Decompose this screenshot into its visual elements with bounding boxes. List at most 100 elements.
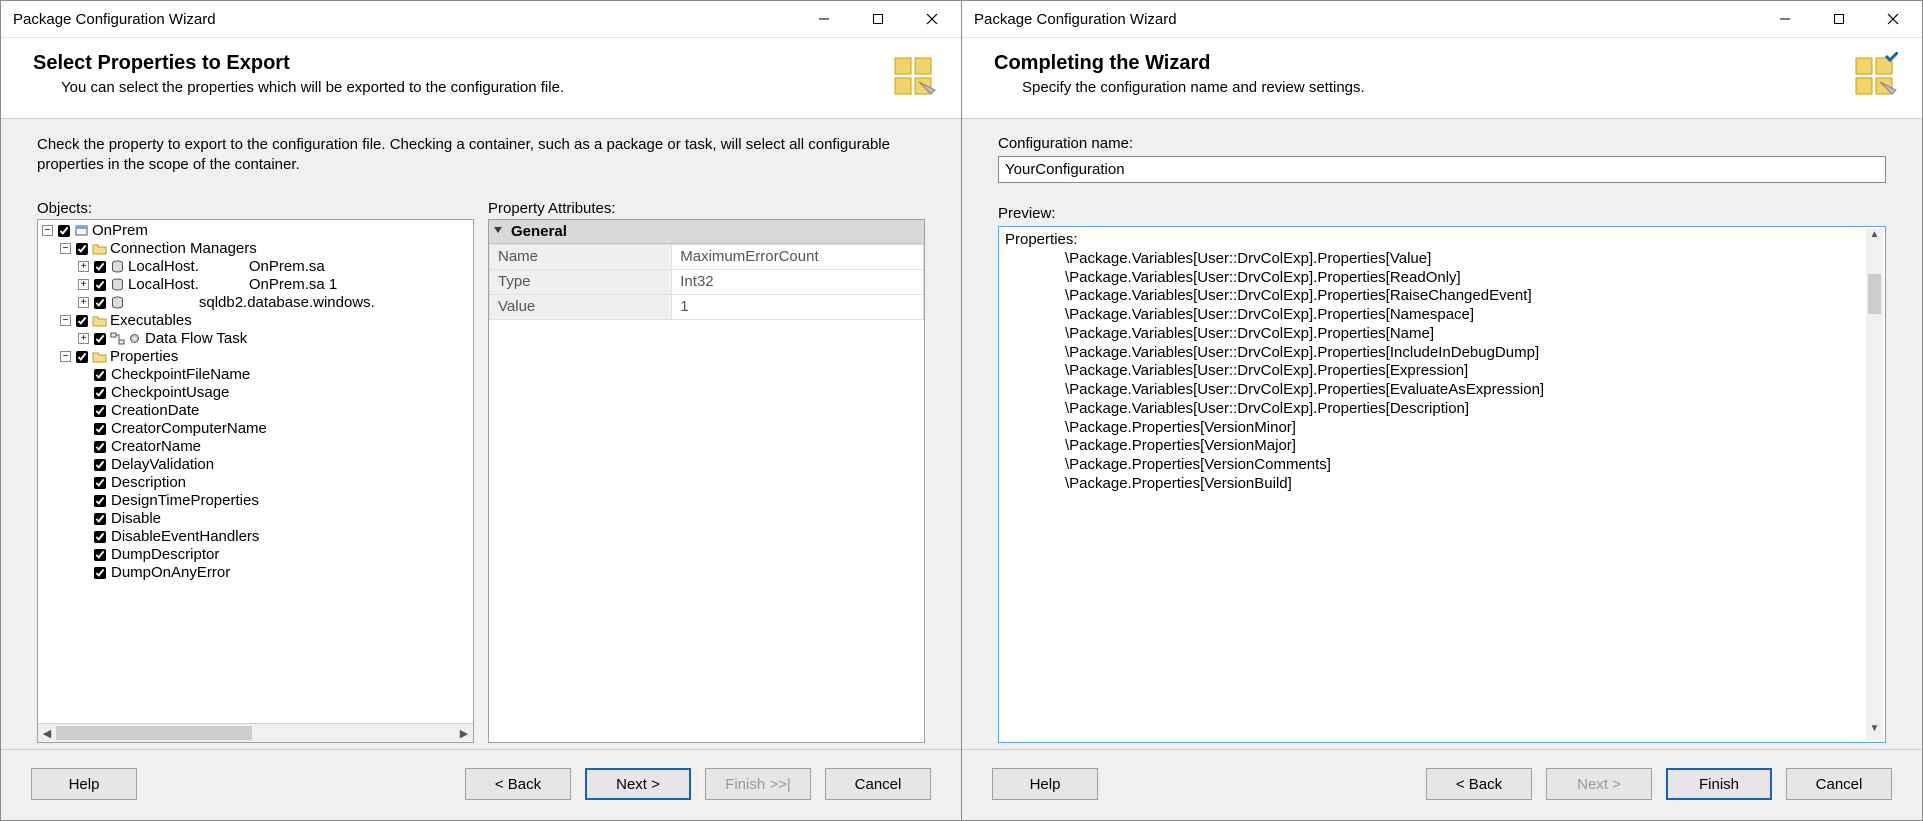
tree-node-label[interactable]: Executables [109,312,192,330]
help-button[interactable]: Help [31,768,137,800]
tree-checkbox[interactable] [94,369,106,381]
next-button: Next > [1546,768,1652,800]
vertical-scrollbar[interactable]: ▲ ▼ [1866,229,1883,740]
cancel-button[interactable]: Cancel [1786,768,1892,800]
maximize-button[interactable] [1812,1,1866,37]
help-button[interactable]: Help [992,768,1098,800]
preview-line: \Package.Variables[User::DrvColExp].Prop… [1065,306,1879,325]
expand-toggle-icon[interactable]: − [60,315,71,326]
tree-node-label[interactable]: DelayValidation [110,456,214,474]
wizard-icon [889,52,937,100]
tree-checkbox[interactable] [94,495,106,507]
database-icon [110,259,125,274]
page-heading: Completing the Wizard [994,52,1365,75]
preview-line: \Package.Variables[User::DrvColExp].Prop… [1065,325,1879,344]
horizontal-scrollbar[interactable]: ◀ ▶ [38,723,473,742]
close-button[interactable] [1866,1,1920,37]
window-title: Package Configuration Wizard [974,11,1758,28]
tree-checkbox[interactable] [76,351,88,363]
preview-line: \Package.Variables[User::DrvColExp].Prop… [1065,381,1879,400]
tree-checkbox[interactable] [94,423,106,435]
tree-checkbox[interactable] [76,315,88,327]
minimize-button[interactable] [797,1,851,37]
propgrid-group-header[interactable]: General [489,220,924,244]
wizard-icon [1850,52,1898,100]
tree-checkbox[interactable] [94,261,106,273]
tree-checkbox[interactable] [76,243,88,255]
expand-toggle-icon[interactable]: − [60,351,71,362]
tree-node-label[interactable]: CreatorName [110,438,201,456]
preview-line: \Package.Properties[VersionComments] [1065,456,1879,475]
config-name-input[interactable] [998,156,1886,183]
tree-node-label[interactable]: LocalHost. OnPrem.sa 1 [127,276,337,294]
objects-label: Objects: [37,200,474,217]
next-button[interactable]: Next > [585,768,691,800]
preview-line: \Package.Variables[User::DrvColExp].Prop… [1065,362,1879,381]
tree-checkbox[interactable] [94,459,106,471]
property-grid[interactable]: General NameMaximumErrorCountTypeInt32Va… [489,220,924,320]
tree-node-label[interactable]: Disable [110,510,161,528]
back-button[interactable]: < Back [465,768,571,800]
preview-line: \Package.Variables[User::DrvColExp].Prop… [1065,344,1879,363]
tree-node-label[interactable]: CheckpointFileName [110,366,250,384]
titlebar: Package Configuration Wizard [962,1,1922,38]
expand-toggle-icon[interactable]: + [78,333,89,344]
expand-toggle-icon[interactable]: + [78,297,89,308]
tree-node-label[interactable]: Properties [109,348,178,366]
tree-node-label[interactable]: LocalHost. OnPrem.sa [127,258,325,276]
wizard-banner: Select Properties to Export You can sele… [1,38,961,119]
finish-button[interactable]: Finish [1666,768,1772,800]
preview-header: Properties: [1005,231,1879,250]
tree-node-label[interactable]: DumpOnAnyError [110,564,230,582]
tree-checkbox[interactable] [94,333,106,345]
propgrid-key: Value [490,294,672,319]
tree-node-label[interactable]: OnPrem [91,222,148,240]
tree-node-label[interactable]: DisableEventHandlers [110,528,259,546]
tree-node-label[interactable]: Connection Managers [109,240,257,258]
tree-node-label[interactable]: sqldb2.database.windows. [127,294,375,312]
expand-toggle-icon[interactable]: − [60,243,71,254]
propgrid-value[interactable]: MaximumErrorCount [672,244,924,269]
tree-checkbox[interactable] [94,405,106,417]
window-title: Package Configuration Wizard [13,11,797,28]
preview-line: \Package.Properties[VersionMajor] [1065,437,1879,456]
tree-checkbox[interactable] [58,225,70,237]
back-button[interactable]: < Back [1426,768,1532,800]
maximize-button[interactable] [851,1,905,37]
config-name-label: Configuration name: [998,135,1886,152]
gear-icon [127,331,142,346]
tree-checkbox[interactable] [94,387,106,399]
preview-panel[interactable]: Properties: \Package.Variables[User::Drv… [998,226,1886,743]
tree-node-label[interactable]: CreationDate [110,402,199,420]
tree-node-label[interactable]: Description [110,474,186,492]
tree-checkbox[interactable] [94,297,106,309]
tree-checkbox[interactable] [94,441,106,453]
minimize-button[interactable] [1758,1,1812,37]
propgrid-value[interactable]: Int32 [672,269,924,294]
propgrid-value[interactable]: 1 [672,294,924,319]
wizard-window-select-properties: Package Configuration Wizard Select Prop… [0,0,962,821]
page-heading: Select Properties to Export [33,52,564,75]
tree-checkbox[interactable] [94,567,106,579]
wizard-footer: Help < Back Next > Finish >>| Cancel [1,749,961,820]
expand-toggle-icon[interactable]: − [42,225,53,236]
tree-checkbox[interactable] [94,531,106,543]
close-button[interactable] [905,1,959,37]
tree-checkbox[interactable] [94,477,106,489]
tree-node-label[interactable]: CheckpointUsage [110,384,229,402]
page-subheading: You can select the properties which will… [33,79,564,96]
tree-checkbox[interactable] [94,549,106,561]
tree-checkbox[interactable] [94,513,106,525]
preview-line: \Package.Properties[VersionMinor] [1065,419,1879,438]
page-subheading: Specify the configuration name and revie… [994,79,1365,96]
expand-toggle-icon[interactable]: + [78,261,89,272]
tree-node-label[interactable]: DumpDescriptor [110,546,219,564]
objects-tree[interactable]: − OnPrem − Connection Managers + LocalHost. O… [38,220,473,724]
expand-toggle-icon[interactable]: + [78,279,89,290]
tree-node-label[interactable]: Data Flow Task [144,330,247,348]
tree-node-label[interactable]: DesignTimeProperties [110,492,259,510]
preview-label: Preview: [998,205,1886,222]
tree-checkbox[interactable] [94,279,106,291]
cancel-button[interactable]: Cancel [825,768,931,800]
tree-node-label[interactable]: CreatorComputerName [110,420,267,438]
